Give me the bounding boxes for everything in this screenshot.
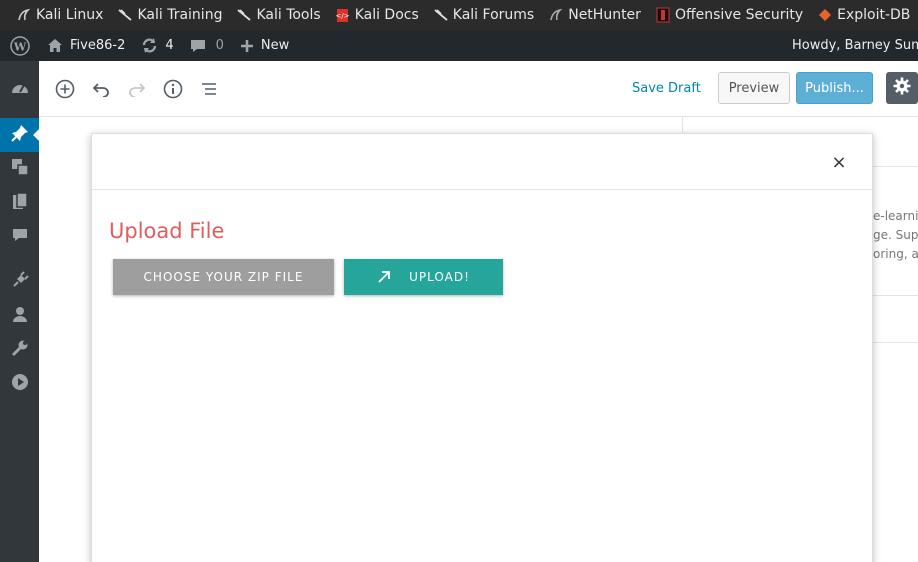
site-name: Five86-2	[70, 38, 126, 53]
menu-pages[interactable]	[0, 186, 39, 220]
updates-icon	[141, 37, 158, 54]
kali-docs-icon: </>	[335, 7, 351, 23]
bookmark-offensive-security[interactable]: Offensive Security	[655, 7, 803, 23]
menu-users[interactable]	[0, 299, 39, 333]
user-greeting[interactable]: Howdy, Barney Sumne	[792, 38, 918, 53]
exploit-db-icon	[817, 7, 833, 23]
editor-toolbar: Save Draft Preview Publish...	[39, 61, 918, 117]
admin-side-menu	[0, 61, 40, 562]
home-icon	[47, 38, 63, 53]
sidebar-text: oring, ar	[873, 247, 918, 261]
wrench-icon	[11, 339, 29, 361]
bookmark-kali-tools[interactable]: Kali Tools	[236, 7, 321, 23]
settings-button[interactable]	[886, 72, 918, 104]
kali-dragon-icon	[433, 7, 449, 23]
dashboard-icon	[11, 79, 29, 99]
choose-zip-file-button[interactable]: CHOOSE YOUR ZIP FILE	[113, 259, 334, 295]
wordpress-logo-icon[interactable]: W	[10, 35, 30, 56]
updates-count: 4	[165, 38, 174, 53]
redo-icon[interactable]	[127, 79, 147, 99]
kali-dragon-icon	[16, 7, 32, 23]
play-circle-icon	[11, 373, 29, 395]
site-name-link[interactable]: Five86-2	[47, 38, 125, 53]
info-icon[interactable]	[163, 79, 183, 99]
sidebar-text: e-learni	[873, 209, 918, 223]
pages-icon	[12, 192, 28, 214]
comment-icon	[12, 227, 28, 247]
menu-play[interactable]	[0, 367, 39, 401]
svg-text:</>: </>	[336, 12, 349, 20]
upload-button-label: UPLOAD!	[409, 270, 470, 284]
bookmark-kali-training[interactable]: Kali Training	[117, 7, 222, 23]
bookmark-label: Kali Training	[137, 7, 223, 23]
undo-icon[interactable]	[91, 79, 111, 99]
bookmark-label: Kali Docs	[354, 7, 419, 23]
close-icon[interactable]: ×	[830, 152, 848, 173]
new-content-link[interactable]: New	[240, 38, 289, 53]
svg-text:W: W	[13, 40, 27, 53]
bookmark-nethunter[interactable]: NetHunter	[548, 7, 641, 23]
upload-button[interactable]: UPLOAD!	[344, 259, 503, 295]
bookmark-label: Kali Forums	[452, 7, 535, 23]
bookmark-kali-linux[interactable]: Kali Linux	[16, 7, 103, 23]
pushpin-icon	[10, 124, 29, 146]
add-block-icon[interactable]	[55, 79, 75, 99]
comments-count: 0	[215, 38, 224, 53]
comments-link[interactable]: 0	[190, 38, 224, 54]
menu-media[interactable]	[0, 152, 39, 186]
user-icon	[12, 306, 28, 327]
bookmark-exploit-db[interactable]: Exploit-DB	[817, 7, 910, 23]
bookmark-label: Exploit-DB	[837, 7, 911, 23]
publish-button[interactable]: Publish...	[796, 72, 873, 104]
bookmark-label: Kali Tools	[256, 7, 321, 23]
menu-tools[interactable]	[0, 333, 39, 367]
menu-comments[interactable]	[0, 220, 39, 254]
wp-admin-bar: W Five86-2 4 0 New Howdy, Barney Sumne	[0, 30, 918, 61]
updates-link[interactable]: 4	[141, 37, 174, 54]
menu-dashboard[interactable]	[0, 72, 39, 106]
plus-icon	[240, 39, 254, 53]
gear-icon	[893, 77, 911, 99]
sidebar-text: ge. Supp	[873, 228, 918, 242]
kali-dragon-icon	[236, 7, 252, 23]
upload-modal: × Upload File CHOOSE YOUR ZIP FILE UPLOA…	[91, 133, 873, 562]
arrow-up-right-icon	[377, 270, 391, 284]
block-navigation-icon[interactable]	[199, 79, 219, 99]
menu-plugins[interactable]	[0, 265, 39, 299]
offsec-icon	[655, 7, 671, 23]
plugin-icon	[11, 271, 29, 293]
bookmark-label: Offensive Security	[674, 7, 804, 23]
menu-posts[interactable]	[0, 118, 40, 152]
preview-button[interactable]: Preview	[718, 72, 790, 104]
bookmark-kali-docs[interactable]: </> Kali Docs	[335, 7, 419, 23]
media-icon	[11, 158, 29, 180]
save-draft-button[interactable]: Save Draft	[632, 81, 701, 96]
kali-dragon-icon	[117, 7, 133, 23]
new-label: New	[260, 38, 290, 53]
bookmarks-bar: Kali Linux Kali Training Kali Tools </> …	[0, 0, 918, 30]
modal-title: Upload File	[109, 219, 225, 243]
nethunter-icon	[548, 7, 564, 23]
choose-button-label: CHOOSE YOUR ZIP FILE	[143, 270, 304, 284]
bookmark-label: Kali Linux	[36, 7, 104, 23]
bookmark-label: NetHunter	[568, 7, 641, 23]
modal-header: ×	[92, 134, 872, 190]
bookmark-kali-forums[interactable]: Kali Forums	[433, 7, 534, 23]
comment-icon	[190, 38, 206, 54]
